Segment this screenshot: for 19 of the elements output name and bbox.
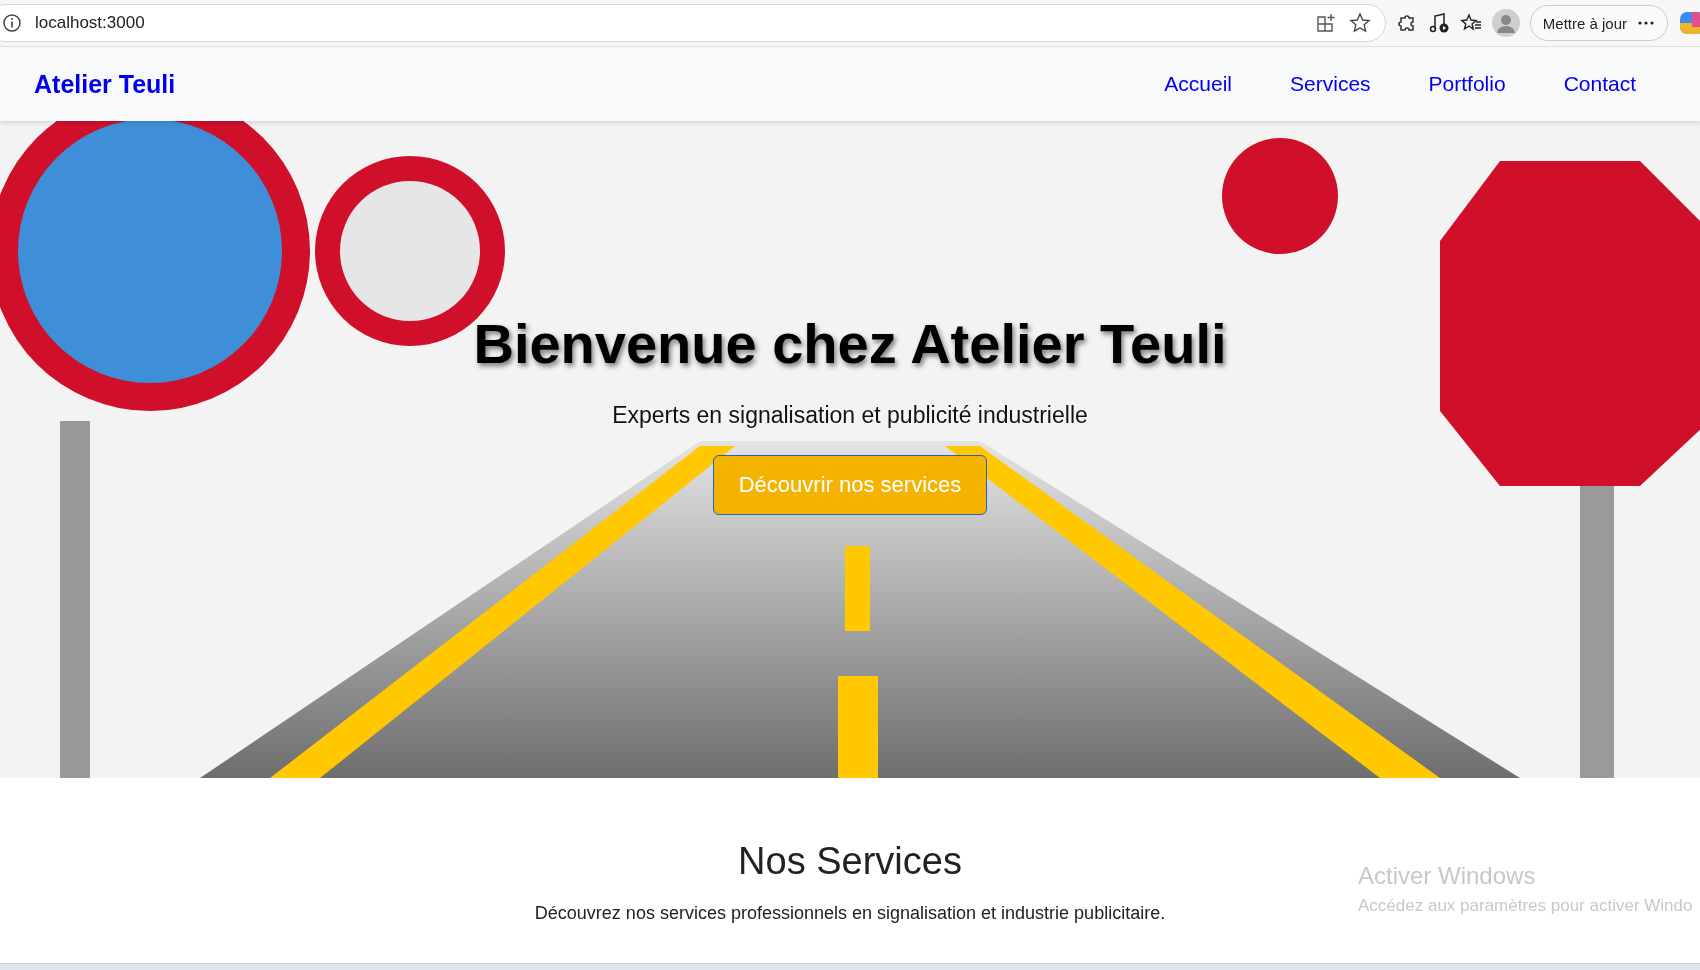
section-title: Nos Services bbox=[738, 840, 962, 883]
star-icon[interactable] bbox=[1348, 12, 1371, 34]
nav-link[interactable]: Portfolio bbox=[1428, 72, 1506, 96]
brand-link[interactable]: Atelier Teuli bbox=[34, 69, 1165, 99]
profile-avatar[interactable] bbox=[1491, 9, 1520, 37]
add-tab-icon[interactable] bbox=[1314, 12, 1337, 34]
info-icon[interactable] bbox=[1, 12, 23, 34]
address-bar[interactable]: localhost:3000 bbox=[0, 4, 1386, 42]
nav-link[interactable]: Contact bbox=[1563, 72, 1636, 96]
more-icon bbox=[1637, 20, 1655, 26]
nav-link[interactable]: Services bbox=[1290, 72, 1371, 96]
music-icon[interactable] bbox=[1427, 12, 1450, 34]
copilot-icon[interactable] bbox=[1678, 9, 1700, 37]
section-description: Découvrez nos services professionnels en signalisation et industrie publicitaire. bbox=[534, 903, 1166, 924]
url-text: localhost:3000 bbox=[35, 13, 146, 33]
hero-subtitle: Experts en signalisation et publicité industrielle bbox=[612, 402, 1088, 429]
hero-title: Bienvenue chez Atelier Teuli bbox=[473, 311, 1227, 376]
nav-link[interactable]: Accueil bbox=[1164, 72, 1233, 96]
update-button[interactable]: Mettre à jour bbox=[1529, 5, 1668, 41]
